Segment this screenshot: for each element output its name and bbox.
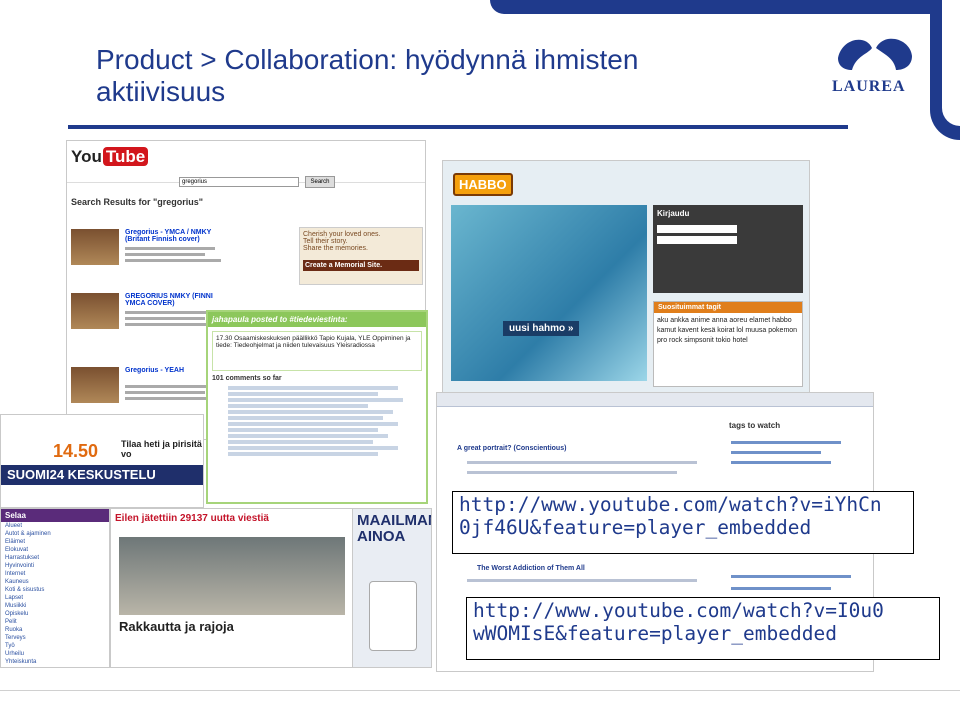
category-item[interactable]: Terveys: [1, 634, 109, 642]
habbo-tag-cloud: Suosituimmat tagit aku ankka anime anna …: [653, 301, 803, 387]
habbo-tags-title: Suosituimmat tagit: [654, 302, 802, 313]
category-item[interactable]: Opiskelu: [1, 610, 109, 618]
habbo-room-scene: [451, 205, 647, 381]
video-thumbnail[interactable]: [71, 229, 119, 265]
category-item[interactable]: Elokuvat: [1, 546, 109, 554]
suomi24-photo: [119, 537, 345, 615]
youtube-link-2[interactable]: http://www.youtube.com/watch?v=I0u0 wWOM…: [466, 597, 940, 660]
memorial-ad[interactable]: Cherish your loved ones. Tell their stor…: [299, 227, 423, 285]
maailman-ainoa-ad[interactable]: MAAILMAN AINOA: [352, 508, 432, 668]
youtube-results-title: Search Results for "gregorius": [71, 197, 204, 207]
habbo-username-input[interactable]: [657, 225, 737, 233]
suomi24-main-screenshot: Eilen jätettiin 29137 uutta viestiä Rakk…: [110, 508, 354, 668]
youtube-result-row[interactable]: Gregorius - YMCA / NMKY (Britant Finnish…: [71, 229, 231, 285]
habbo-tags[interactable]: aku ankka anime anna aoreu elamet habbo …: [654, 313, 802, 349]
footer-line: [0, 690, 960, 691]
suomi24-header-screenshot: 14.50 Tilaa heti ja pirisitä vo SUOMI24 …: [0, 414, 204, 508]
category-item[interactable]: Harrastukset: [1, 554, 109, 562]
feed-item[interactable]: A great portrait? (Conscientious): [457, 445, 566, 452]
category-item[interactable]: Lapset: [1, 594, 109, 602]
habbo-logo: HABBO: [453, 173, 513, 196]
category-item[interactable]: Urheilu: [1, 650, 109, 658]
jaiku-screenshot: jahapaula posted to #tiedeviestinta: 17.…: [206, 310, 428, 504]
youtube-search-input[interactable]: gregorius: [179, 177, 299, 187]
category-item[interactable]: Eläimet: [1, 538, 109, 546]
console-image: [369, 581, 417, 651]
feed-toolbar: [437, 393, 873, 407]
video-thumbnail[interactable]: [71, 293, 119, 329]
promo-text: Tilaa heti ja pirisitä vo: [121, 439, 202, 459]
habbo-login-title: Kirjaudu: [657, 209, 690, 218]
category-item[interactable]: Työ: [1, 642, 109, 650]
jaiku-header: jahapaula posted to #tiedeviestinta:: [208, 312, 426, 327]
category-item[interactable]: Autot & ajaminen: [1, 530, 109, 538]
title-line1: Product > Collaboration: hyödynnä ihmist…: [96, 44, 639, 75]
category-item[interactable]: Pelit: [1, 618, 109, 626]
jaiku-post: 17.30 Osaamiskeskuksen päällikkö Tapio K…: [212, 331, 422, 371]
habbo-new-character-banner[interactable]: uusi hahmo »: [503, 321, 580, 336]
category-item[interactable]: Yhteiskunta: [1, 658, 109, 666]
tags-to-watch-title: tags to watch: [729, 421, 781, 430]
suomi24-category-list: Selaa Alueet Autot & ajaminen Eläimet Eloku…: [0, 508, 110, 668]
habbo-screenshot: HABBO uusi hahmo » Kirjaudu Suosituimmat…: [442, 160, 810, 398]
link-1-line2: 0jf46U&feature=player_embedded: [459, 515, 812, 539]
youtube-search-button[interactable]: Search: [305, 176, 335, 188]
category-item[interactable]: Internet: [1, 570, 109, 578]
feed-item[interactable]: The Worst Addiction of Them All: [477, 565, 585, 572]
youtube-logo: You Tube: [71, 147, 149, 167]
link-1-line1: http://www.youtube.com/watch?v=iYhCn: [459, 493, 882, 516]
video-thumbnail[interactable]: [71, 367, 119, 403]
logo-wordmark: LAUREA: [832, 78, 906, 95]
category-item[interactable]: Kauneus: [1, 578, 109, 586]
promo-price: 14.50: [53, 441, 99, 461]
jaiku-comment-count[interactable]: 101 comments so far: [212, 375, 422, 382]
right-decor-band: [930, 0, 960, 140]
title-line2: aktiivisuus: [96, 75, 226, 107]
top-decor-band: [490, 0, 960, 14]
suomi24-headline[interactable]: Rakkautta ja rajoja: [119, 619, 234, 634]
youtube-link-1[interactable]: http://www.youtube.com/watch?v=iYhCn 0jf…: [452, 491, 914, 554]
suomi24-main-title: Eilen jätettiin 29137 uutta viestiä: [115, 513, 269, 524]
category-item[interactable]: Musiikki: [1, 602, 109, 610]
video-title[interactable]: GREGORIUS NMKY (FINNI YMCA COVER): [125, 293, 231, 307]
maailman-ainoa-title: MAAILMAN AINOA: [357, 512, 432, 545]
category-item[interactable]: Koti & sisustus: [1, 586, 109, 594]
habbo-login-panel: Kirjaudu: [653, 205, 803, 293]
link-2-line2: wWOMIsE&feature=player_embedded: [473, 621, 837, 645]
video-title[interactable]: Gregorius - YEAH: [125, 367, 184, 374]
category-item[interactable]: Hyvinvointi: [1, 562, 109, 570]
slide-title: Product > Collaboration: hyödynnä ihmist…: [96, 44, 638, 107]
habbo-password-input[interactable]: [657, 236, 737, 244]
title-rule: [68, 125, 848, 129]
category-list-title: Selaa: [1, 509, 109, 522]
category-item[interactable]: Ruoka: [1, 626, 109, 634]
suomi24-banner: SUOMI24 KESKUSTELU: [1, 465, 203, 485]
video-title[interactable]: Gregorius - YMCA / NMKY (Britant Finnish…: [125, 229, 231, 243]
link-2-line1: http://www.youtube.com/watch?v=I0u0: [473, 599, 884, 622]
category-item[interactable]: Alueet: [1, 522, 109, 530]
